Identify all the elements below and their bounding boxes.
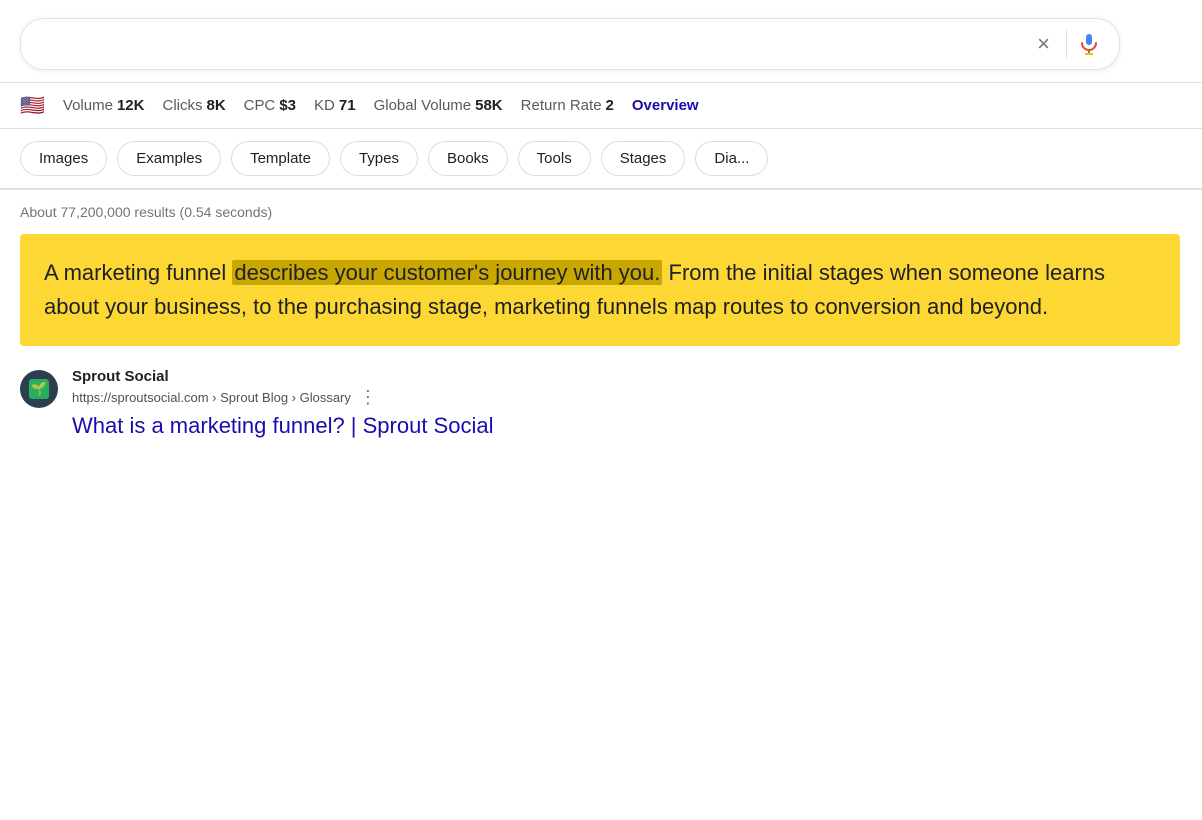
pill-types[interactable]: Types [340, 141, 418, 176]
mic-icon[interactable] [1075, 30, 1103, 58]
clicks-value: 8K [206, 97, 225, 114]
flag-icon: 🇺🇸 [20, 93, 45, 118]
pill-books[interactable]: Books [428, 141, 508, 176]
result-url-row: https://sproutsocial.com › Sprout Blog ›… [72, 387, 820, 408]
kd-value: 71 [339, 97, 356, 114]
featured-snippet: A marketing funnel describes your custom… [20, 234, 1180, 346]
search-input[interactable]: marketing funnel [37, 33, 1037, 56]
snippet-text: A marketing funnel describes your custom… [44, 256, 1156, 324]
cpc-value: $3 [279, 97, 296, 114]
result-meta: Sprout Social https://sproutsocial.com ›… [72, 366, 820, 441]
stat-volume: Volume 12K [63, 97, 145, 114]
stats-row: 🇺🇸 Volume 12K Clicks 8K CPC $3 KD 71 Glo… [0, 83, 1202, 129]
stat-global-volume: Global Volume 58K [374, 97, 503, 114]
volume-value: 12K [117, 97, 145, 114]
search-divider [1066, 30, 1067, 58]
search-bar-container: marketing funnel × [0, 0, 1202, 83]
result-item-sproutsocial: 🌱 Sprout Social https://sproutsocial.com… [20, 366, 820, 441]
search-box[interactable]: marketing funnel × [20, 18, 1120, 70]
clicks-label: Clicks [162, 97, 202, 114]
result-title[interactable]: What is a marketing funnel? | Sprout Soc… [72, 412, 820, 441]
stat-cpc: CPC $3 [244, 97, 296, 114]
results-count: About 77,200,000 results (0.54 seconds) [20, 204, 1182, 220]
stat-kd: KD 71 [314, 97, 356, 114]
return-rate-label: Return Rate [521, 97, 602, 114]
return-rate-value: 2 [606, 97, 614, 114]
favicon-inner: 🌱 [29, 379, 49, 399]
pill-tools[interactable]: Tools [518, 141, 591, 176]
snippet-text-before: A marketing funnel [44, 260, 232, 285]
pill-stages[interactable]: Stages [601, 141, 686, 176]
pills-row: Images Examples Template Types Books Too… [0, 129, 1202, 190]
result-site-name: Sprout Social [72, 366, 820, 387]
favicon-leaf-icon: 🌱 [31, 381, 47, 397]
kd-label: KD [314, 97, 335, 114]
kebab-menu-icon[interactable]: ⋮ [359, 387, 377, 408]
result-favicon: 🌱 [20, 370, 58, 408]
global-volume-value: 58K [475, 97, 503, 114]
pill-images[interactable]: Images [20, 141, 107, 176]
pill-dia[interactable]: Dia... [695, 141, 768, 176]
pill-template[interactable]: Template [231, 141, 330, 176]
stat-return-rate: Return Rate 2 [521, 97, 614, 114]
volume-label: Volume [63, 97, 113, 114]
result-url: https://sproutsocial.com › Sprout Blog ›… [72, 390, 351, 405]
cpc-label: CPC [244, 97, 276, 114]
snippet-text-highlight: describes your customer's journey with y… [232, 260, 662, 285]
stat-clicks: Clicks 8K [162, 97, 225, 114]
pill-examples[interactable]: Examples [117, 141, 221, 176]
results-area: About 77,200,000 results (0.54 seconds) … [0, 190, 1202, 441]
overview-link[interactable]: Overview [632, 97, 699, 114]
clear-icon[interactable]: × [1037, 31, 1050, 57]
global-volume-label: Global Volume [374, 97, 472, 114]
